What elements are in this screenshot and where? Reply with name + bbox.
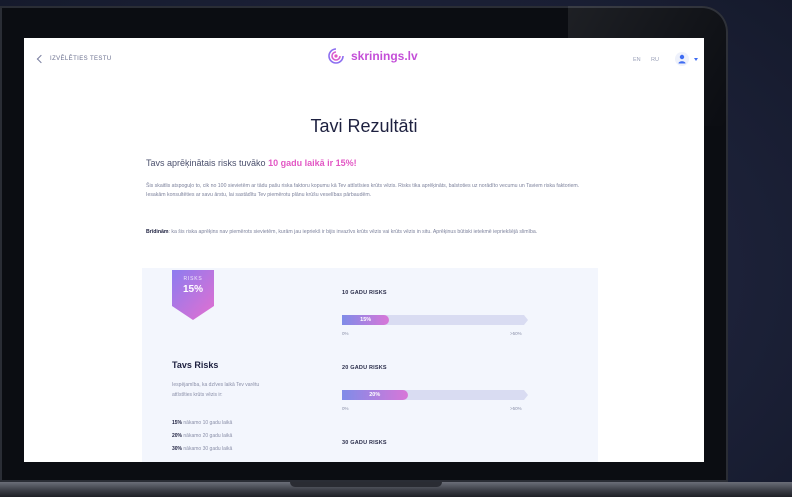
brand-logo[interactable]: skrinings.lv <box>327 47 418 65</box>
warning-text: : ka šis riska aprēķins nav piemērots si… <box>168 229 538 235</box>
risk-line-value: 15% <box>172 420 183 426</box>
risk-line-20: 20% nākamo 20 gadu laikā <box>172 433 232 439</box>
back-label: IZVĒLĒTIES TESTU <box>50 56 112 62</box>
brand-name: skrinings.lv <box>351 49 418 63</box>
bar-min-20: 0% <box>342 406 349 411</box>
bar-track-10: 15% <box>342 315 528 325</box>
laptop-screen: IZVĒLĒTIES TESTU skrinings.lv EN RU Tavi… <box>24 38 704 462</box>
lang-en[interactable]: EN <box>633 57 641 63</box>
risk-line-text: nākamo 10 gadu laikā <box>182 420 233 426</box>
bar-value-10: 15% <box>360 316 372 323</box>
laptop-notch <box>290 482 442 487</box>
bar-label-10: 10 GADU RISKS <box>342 290 387 296</box>
summary-highlight: 10 gadu laikā ir 15%! <box>268 158 357 168</box>
risk-title: Tavs Risks <box>172 360 219 370</box>
risk-badge-text: RISKS 15% <box>172 276 214 295</box>
risk-line-text: nākamo 20 gadu laikā <box>182 433 233 439</box>
risk-line-10: 15% nākamo 10 gadu laikā <box>172 420 232 426</box>
intro-paragraph: Šis skaitlis atspoguļo to, cik no 100 si… <box>146 183 580 198</box>
bar-label-30: 30 GADU RISKS <box>342 440 387 446</box>
chevron-left-icon <box>36 54 46 64</box>
badge-value: 15% <box>182 284 203 295</box>
bar-max-10: >50% <box>510 331 522 336</box>
risk-line-value: 30% <box>172 446 183 452</box>
page-title: Tavi Rezultāti <box>310 116 418 136</box>
bar-label-20: 20 GADU RISKS <box>342 365 387 371</box>
bar-max-20: >50% <box>510 406 522 411</box>
results-panel: RISKS 15% Tavs Risks Iespējamība, ka dzī… <box>142 268 598 462</box>
bar-min-10: 0% <box>342 331 349 336</box>
risk-description: Iespējamība, ka dzīves laikā Tev varētu … <box>172 382 260 398</box>
bar-value-20: 20% <box>369 391 381 398</box>
bar-fill-20: 20% <box>342 390 408 400</box>
risk-line-value: 20% <box>172 433 183 439</box>
risk-line-text: nākamo 30 gadu laikā <box>182 446 233 452</box>
risk-summary: Tavs aprēķinātais risks tuvāko 10 gadu l… <box>146 158 357 168</box>
user-avatar[interactable] <box>675 52 689 66</box>
warning-label: Brīdinām <box>146 229 169 235</box>
lang-ru[interactable]: RU <box>651 57 659 63</box>
logo-icon <box>328 48 344 64</box>
summary-text: Tavs aprēķinātais risks tuvāko <box>146 158 269 168</box>
warning-paragraph: Brīdinām: ka šis riska aprēķins nav piem… <box>146 228 586 237</box>
bar-track-20: 20% <box>342 390 528 400</box>
bar-fill-10: 15% <box>342 315 390 325</box>
back-to-tests-link[interactable]: IZVĒLĒTIES TESTU <box>36 54 112 64</box>
user-icon <box>678 54 686 64</box>
chevron-down-icon[interactable] <box>694 58 698 61</box>
top-bar: IZVĒLĒTIES TESTU skrinings.lv EN RU <box>24 38 704 78</box>
badge-label: RISKS <box>183 276 203 282</box>
risk-line-30: 30% nākamo 30 gadu laikā <box>172 446 232 452</box>
